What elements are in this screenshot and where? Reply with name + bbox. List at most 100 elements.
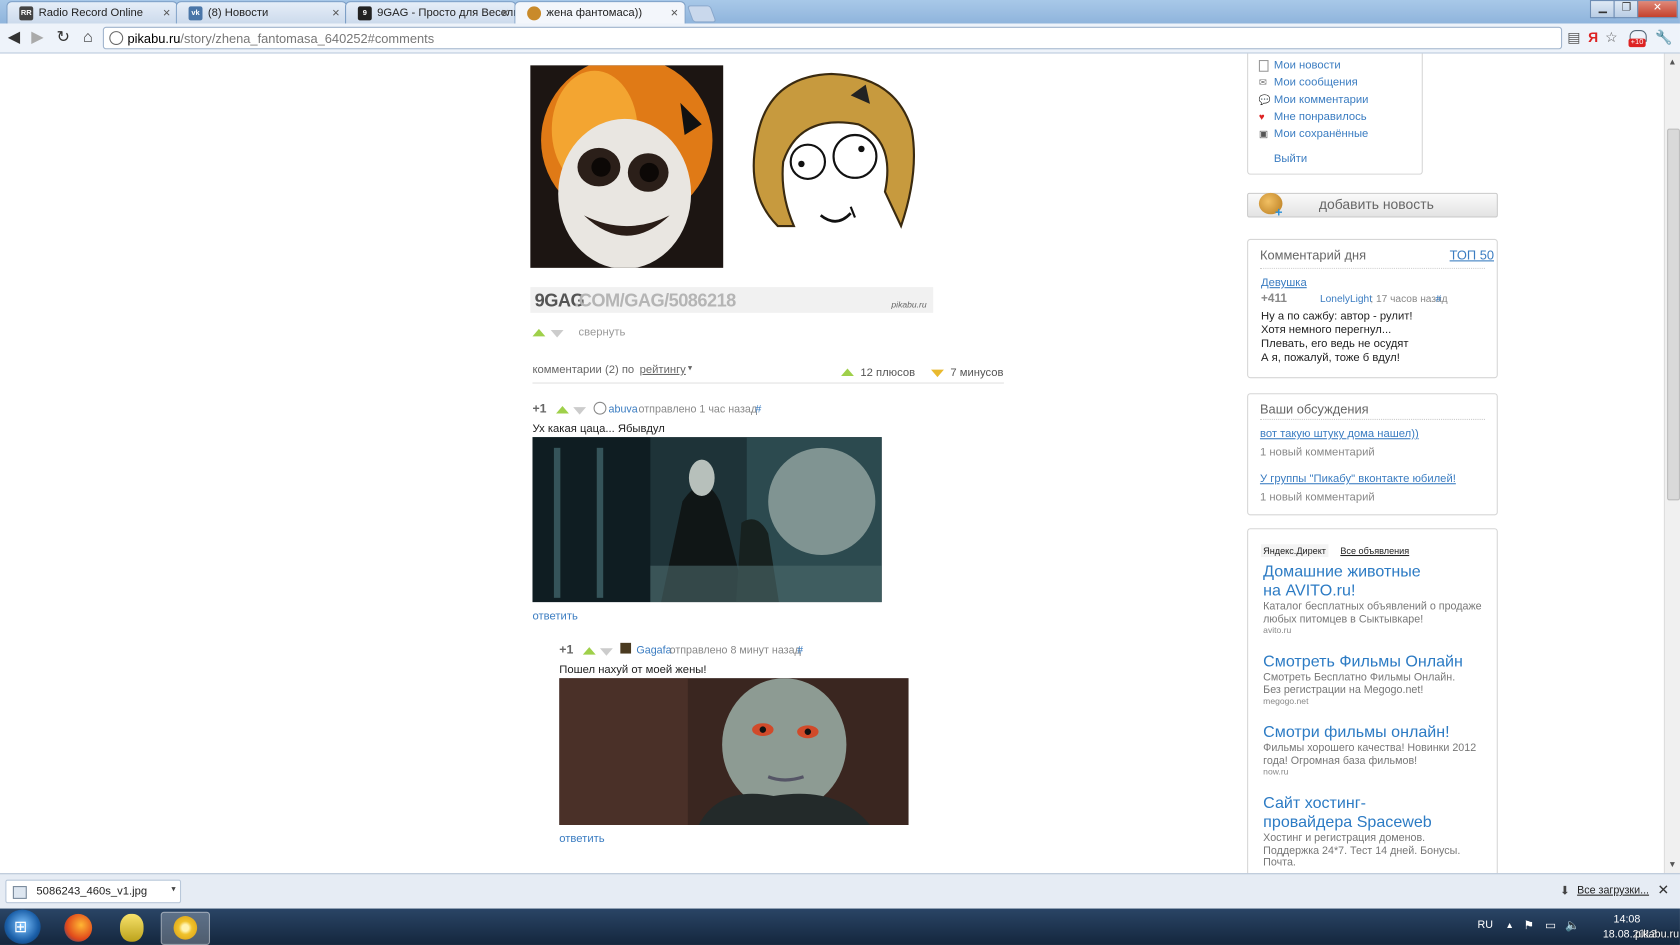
close-icon[interactable]: × <box>501 5 509 20</box>
forward-arrow-icon[interactable]: ▶ <box>27 28 48 47</box>
discussion-link[interactable]: У группы "Пикабу" вконтакте юбилей! <box>1260 472 1456 485</box>
all-ads-link[interactable]: Все объявления <box>1340 545 1409 556</box>
avatar <box>620 642 632 654</box>
vote-up-icon[interactable] <box>532 328 546 337</box>
add-news-label: добавить новость <box>1318 196 1434 213</box>
rage-face-drawing <box>752 72 916 229</box>
scrollbar-thumb[interactable] <box>1667 128 1680 501</box>
maximize-button[interactable]: ❐ <box>1613 0 1640 19</box>
collapse-link[interactable]: свернуть <box>579 326 626 339</box>
ad-title[interactable]: Сайт хостинг-провайдера Spaceweb <box>1263 794 1450 833</box>
ad-title[interactable]: Домашние животные на AVITO.ru! <box>1263 562 1434 601</box>
close-icon[interactable]: × <box>163 5 171 20</box>
comment-line: Ну а по сажбу: автор - рулит! <box>1261 309 1413 323</box>
sort-by-rating-dropdown[interactable]: рейтингу <box>640 363 686 376</box>
comment-of-day-author[interactable]: LonelyLight <box>1320 294 1372 306</box>
scroll-down-icon[interactable]: ▼ <box>1668 859 1676 869</box>
tab-radio-record[interactable]: RR Radio Record Online × <box>6 1 178 24</box>
ad-title[interactable]: Смотреть Фильмы Онлайн <box>1263 652 1488 671</box>
reply-link[interactable]: ответить <box>532 610 577 623</box>
ad-item[interactable]: Домашние животные на AVITO.ru! Каталог б… <box>1263 562 1488 635</box>
language-indicator[interactable]: RU <box>1477 919 1492 931</box>
ad-item[interactable]: Смотреть Фильмы Онлайн Смотреть Бесплатн… <box>1263 652 1488 706</box>
minuses-count: 7 минусов <box>950 366 1004 380</box>
story-link[interactable]: Девушка <box>1261 276 1307 289</box>
divider <box>532 382 1004 384</box>
comment: +1 Gagafa отправлено 8 минут назад # Пош… <box>559 642 1004 857</box>
ad-host: avito.ru <box>1263 625 1292 636</box>
download-item[interactable]: 5086243_460s_v1.jpg ▾ <box>5 879 182 904</box>
close-icon[interactable]: × <box>671 5 679 20</box>
ad-host: megogo.net <box>1263 696 1309 707</box>
star-icon[interactable]: ☆ <box>1603 29 1620 46</box>
vote-up-icon[interactable] <box>556 406 569 414</box>
comment-of-day-permalink[interactable]: # <box>1436 294 1442 306</box>
discussion-count: 1 новый комментарий <box>1259 490 1375 504</box>
top50-link[interactable]: ТОП 50 <box>1450 247 1494 262</box>
tab-9gag[interactable]: 9 9GAG - Просто для Весель × <box>344 1 517 24</box>
page-content: 9GAG .COM/GAG/5086218 pikabu.ru свернуть… <box>0 53 1664 874</box>
volume-icon[interactable]: 🔈 <box>1565 918 1580 932</box>
minuses-icon <box>931 369 944 378</box>
wrench-icon[interactable]: 🔧 <box>1655 29 1672 46</box>
vote-down-icon[interactable] <box>550 329 564 338</box>
comment-of-day-score: +411 <box>1261 292 1287 306</box>
ad-title[interactable]: Смотри фильмы онлайн! <box>1263 723 1488 742</box>
ad-item[interactable]: Сайт хостинг-провайдера Spaceweb Хостинг… <box>1263 794 1488 870</box>
train-station-scene-image <box>532 437 882 603</box>
comment-author[interactable]: abuva <box>609 404 638 416</box>
page-scrollbar[interactable]: ▲ ▼ <box>1663 53 1680 874</box>
close-icon[interactable]: ✕ <box>1657 882 1669 899</box>
comment-permalink[interactable]: # <box>755 404 761 416</box>
yandex-direct-label: Яндекс.Директ <box>1261 544 1329 558</box>
tab-vk[interactable]: vk (8) Новости × <box>175 1 348 24</box>
ad-text: Хостинг и регистрация доменов. Поддержка… <box>1263 832 1461 869</box>
vote-down-icon[interactable] <box>599 648 613 656</box>
comment-author[interactable]: Gagafa <box>636 645 671 657</box>
new-tab-button[interactable] <box>686 5 717 23</box>
address-bar[interactable]: pikabu.ru/story/zhena_fantomasa_640252#c… <box>102 26 1563 50</box>
pikabu-watermark: pikabu.ru <box>1634 928 1680 941</box>
add-news-button[interactable]: + добавить новость <box>1247 192 1498 220</box>
chevron-down-icon[interactable]: ▾ <box>171 884 175 894</box>
ad-text: Смотреть Бесплатно Фильмы Онлайн. Без ре… <box>1263 671 1456 696</box>
discussion-link[interactable]: вот такую штуку дома нашел)) <box>1260 427 1419 440</box>
browser-icon <box>173 916 198 940</box>
browser-toolbar: ◀ ▶ ↻ ⌂ pikabu.ru/story/zhena_fantomasa_… <box>0 23 1680 54</box>
minimize-button[interactable]: ▁ <box>1589 0 1616 19</box>
comment-permalink[interactable]: # <box>797 645 803 657</box>
taskbar: ⊞ RU ▲ ⚑ ▭ 🔈 14:08 18.08.2012 pikabu.ru <box>0 908 1680 945</box>
rss-page-icon[interactable]: ▤ <box>1565 29 1582 46</box>
start-button[interactable]: ⊞ <box>4 909 41 944</box>
yandex-icon[interactable]: Я <box>1585 29 1602 46</box>
home-icon[interactable]: ⌂ <box>77 28 98 47</box>
9gag-icon: 9 <box>357 6 372 21</box>
chevron-down-icon[interactable]: ▾ <box>688 363 692 373</box>
extension-icon[interactable]: +10 <box>1626 29 1650 48</box>
all-downloads-link[interactable]: Все загрузки... <box>1577 885 1649 897</box>
ad-item[interactable]: Смотри фильмы онлайн! Фильмы хорошего ка… <box>1263 723 1488 777</box>
windows-logo-icon: ⊞ <box>13 918 28 937</box>
flag-icon[interactable]: ⚑ <box>1524 918 1535 932</box>
reply-link[interactable]: ответить <box>559 832 604 845</box>
vote-up-icon[interactable] <box>582 647 596 655</box>
post-image-face <box>530 65 724 268</box>
scroll-up-icon[interactable]: ▲ <box>1668 57 1676 67</box>
back-arrow-icon[interactable]: ◀ <box>3 28 24 47</box>
user-menu-box: Мои новости ✉ Мои сообщения 💬 Мои коммента… <box>1247 53 1423 175</box>
clock-time[interactable]: 14:08 <box>1614 914 1641 926</box>
fantomas-face-image <box>559 678 909 825</box>
taskbar-fl-studio[interactable] <box>109 912 156 943</box>
vote-down-icon[interactable] <box>573 407 587 415</box>
logout-link[interactable]: Выйти <box>1274 152 1307 165</box>
tray-expand-icon[interactable]: ▲ <box>1505 920 1513 930</box>
tab-pikabu[interactable]: жена фантомаса)) × <box>514 1 686 24</box>
close-icon[interactable]: × <box>332 5 340 20</box>
taskbar-firefox[interactable] <box>56 912 103 943</box>
reload-icon[interactable]: ↻ <box>52 28 73 47</box>
taskbar-chrome[interactable] <box>160 911 210 945</box>
pikabu-icon <box>527 6 542 21</box>
close-window-button[interactable]: ✕ <box>1637 0 1678 19</box>
network-icon[interactable]: ▭ <box>1545 918 1556 932</box>
comment-line: А я, пожалуй, тоже б вдул! <box>1261 351 1400 365</box>
